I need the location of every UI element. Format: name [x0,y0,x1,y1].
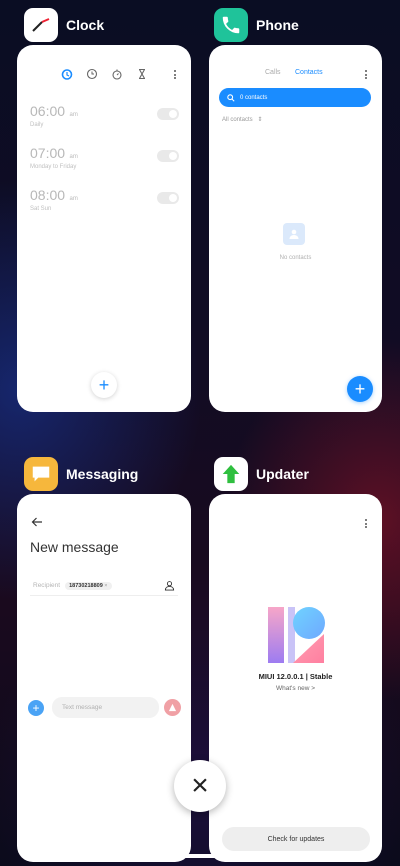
alarm-time: 08:00 [30,187,66,203]
page-title: New message [30,539,119,555]
clock-app-name: Clock [66,17,105,33]
alarm-suffix: am [69,154,78,160]
check-for-updates-label: Check for updates [267,835,325,843]
whats-new-link[interactable]: What's new > [209,685,382,692]
alarm-icon[interactable] [61,68,73,80]
updater-app-icon [214,457,248,491]
updater-more-icon[interactable] [364,519,368,530]
plus-icon: + [354,379,366,399]
back-arrow-icon[interactable] [31,517,43,527]
remove-recipient-icon[interactable]: × [104,583,107,589]
recipient-row[interactable]: Recipient 18730218809 × [30,576,178,596]
version-text: MIUI 12.0.0.1 | Stable [258,672,333,681]
tab-calls[interactable]: Calls [265,69,281,76]
alarm-time: 07:00 [30,145,66,161]
updater-app-header[interactable]: Updater [214,457,309,491]
sort-icon: ⇕ [257,117,263,123]
phone-more-icon[interactable] [364,70,368,81]
plus-icon: + [98,375,110,395]
close-all-button[interactable]: × [174,760,226,812]
contact-picker-icon[interactable] [164,580,175,591]
contacts-count-text: 0 contacts [240,94,268,101]
add-contact-button[interactable]: + [347,376,373,402]
alarm-row[interactable]: 08:00 am Sat Sun [30,187,180,213]
clock-app-header[interactable]: Clock [24,8,104,42]
recipient-label: Recipient [33,582,61,589]
plus-icon: + [32,701,40,715]
send-icon [168,703,177,712]
contacts-filter-label: All contacts [222,117,253,123]
empty-contacts-text: No contacts [279,255,312,261]
contacts-filter[interactable]: All contacts ⇕ [222,116,262,123]
clock-more-icon[interactable] [173,70,177,81]
world-clock-icon[interactable] [86,68,98,80]
messaging-app-name: Messaging [66,466,139,482]
person-icon [289,229,299,239]
updater-app-name: Updater [256,466,309,482]
add-alarm-button[interactable]: + [91,372,117,398]
alarm-toggle[interactable] [157,150,179,162]
messaging-app-header[interactable]: Messaging [24,457,138,491]
phone-app-icon [214,8,248,42]
updater-card[interactable]: MIUI 12.0.0.1 | Stable What's new > Chec… [209,494,382,862]
attach-button[interactable]: + [28,700,44,716]
alarm-toggle[interactable] [157,192,179,204]
messaging-card[interactable]: New message Recipient 18730218809 × + Te… [17,494,191,862]
alarm-suffix: am [69,112,78,118]
message-input[interactable]: Text message [52,697,159,718]
alarm-toggle[interactable] [157,108,179,120]
stopwatch-icon[interactable] [111,68,123,80]
timer-icon[interactable] [136,68,148,80]
alarm-suffix: am [69,196,78,202]
contacts-count-bar[interactable]: 0 contacts [219,88,371,107]
miui-12-logo [268,607,325,663]
search-icon [227,93,235,102]
phone-card[interactable]: Calls Contacts 0 contacts All contacts ⇕… [209,45,382,412]
clock-app-icon [24,8,58,42]
alarm-label: Monday to Friday [30,164,77,170]
alarm-time: 06:00 [30,103,66,119]
messaging-app-icon [24,457,58,491]
empty-contacts-illustration [283,223,305,245]
recipient-chip-number: 18730218809 [69,582,103,589]
alarm-row[interactable]: 07:00 am Monday to Friday [30,145,180,171]
recipient-chip[interactable]: 18730218809 × [65,581,112,590]
alarm-label: Sat Sun [30,206,52,212]
send-button[interactable] [164,699,181,716]
close-icon: × [191,769,209,802]
tab-contacts[interactable]: Contacts [295,69,323,76]
phone-app-name: Phone [256,17,299,33]
clock-card[interactable]: 06:00 am Daily 07:00 am Monday to Friday… [17,45,191,412]
check-for-updates-button[interactable]: Check for updates [222,827,370,851]
message-input-placeholder: Text message [62,704,103,711]
phone-app-header[interactable]: Phone [214,8,299,42]
alarm-label: Daily [30,122,44,128]
home-indicator[interactable] [127,854,273,858]
alarm-row[interactable]: 06:00 am Daily [30,103,180,129]
